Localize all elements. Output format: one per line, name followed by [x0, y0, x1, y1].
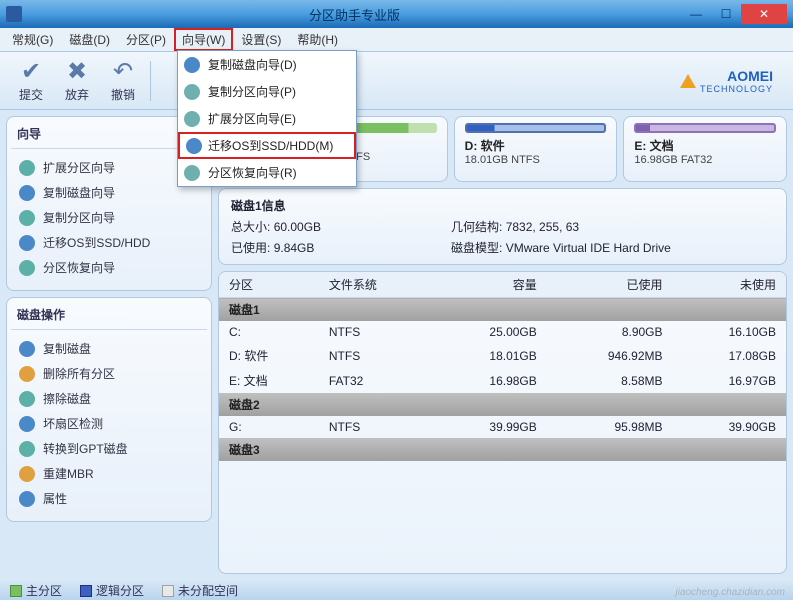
- action-icon: [19, 185, 35, 201]
- table-row[interactable]: D: 软件NTFS18.01GB946.92MB17.08GB: [219, 343, 786, 368]
- panel-item[interactable]: 分区恢复向导: [11, 255, 207, 280]
- toolbar: ✔ 提交 ✖ 放弃 ↶ 撤销 AOMEI TECHNOLOGY: [0, 52, 793, 110]
- usage-bar: [634, 123, 776, 133]
- partition-table: 分区文件系统容量已使用未使用磁盘1C:NTFS25.00GB8.90GB16.1…: [218, 271, 787, 574]
- wizard-icon: [184, 165, 200, 181]
- toolbar-separator: [150, 61, 151, 101]
- commit-button[interactable]: ✔ 提交: [8, 58, 54, 103]
- app-icon: [6, 6, 22, 22]
- column-header[interactable]: 已使用: [547, 272, 673, 298]
- panel-item[interactable]: 转换到GPT磁盘: [11, 436, 207, 461]
- disk-group-row[interactable]: 磁盘2: [219, 393, 786, 416]
- menu-item[interactable]: 设置(S): [233, 28, 289, 51]
- action-icon: [19, 341, 35, 357]
- action-icon: [19, 416, 35, 432]
- legend-unallocated: 未分配空间: [162, 582, 238, 599]
- usage-bar: [465, 123, 607, 133]
- menu-item[interactable]: 常规(G): [4, 28, 61, 51]
- disk-ops-panel: 磁盘操作 复制磁盘删除所有分区擦除磁盘坏扇区检测转换到GPT磁盘重建MBR属性: [6, 297, 212, 522]
- undo-button[interactable]: ↶ 撤销: [100, 58, 146, 103]
- menu-item[interactable]: 分区(P): [118, 28, 174, 51]
- disk-group-row[interactable]: 磁盘1: [219, 298, 786, 322]
- brand-logo: AOMEI TECHNOLOGY: [680, 68, 773, 94]
- close-button[interactable]: ✕: [741, 4, 787, 24]
- undo-icon: ↶: [100, 58, 146, 86]
- column-header[interactable]: 容量: [433, 272, 546, 298]
- check-icon: ✔: [8, 58, 54, 86]
- dropdown-item[interactable]: 分区恢复向导(R): [178, 159, 356, 186]
- legend-primary: 主分区: [10, 582, 62, 599]
- panel-item[interactable]: 坏扇区检测: [11, 411, 207, 436]
- panel-item[interactable]: 删除所有分区: [11, 361, 207, 386]
- action-icon: [19, 491, 35, 507]
- action-icon: [19, 441, 35, 457]
- menu-item[interactable]: 磁盘(D): [61, 28, 118, 51]
- action-icon: [19, 366, 35, 382]
- table-row[interactable]: G:NTFS39.99GB95.98MB39.90GB: [219, 416, 786, 438]
- action-icon: [19, 210, 35, 226]
- table-row[interactable]: C:NTFS25.00GB8.90GB16.10GB: [219, 321, 786, 343]
- disk-group-row[interactable]: 磁盘3: [219, 438, 786, 461]
- action-icon: [19, 160, 35, 176]
- triangle-icon: [680, 74, 696, 88]
- drive-card[interactable]: E: 文档16.98GB FAT32: [623, 116, 787, 182]
- wizard-icon: [184, 84, 200, 100]
- legend-logical: 逻辑分区: [80, 582, 144, 599]
- panel-item[interactable]: 复制分区向导: [11, 205, 207, 230]
- dropdown-item[interactable]: 复制磁盘向导(D): [178, 51, 356, 78]
- table-row[interactable]: E: 文档FAT3216.98GB8.58MB16.97GB: [219, 368, 786, 393]
- disk-info-panel: 磁盘1信息 总大小: 60.00GB 几何结构: 7832, 255, 63 已…: [218, 188, 787, 265]
- wizard-icon: [184, 57, 200, 73]
- wizard-dropdown-menu: 复制磁盘向导(D)复制分区向导(P)扩展分区向导(E)迁移OS到SSD/HDD(…: [177, 50, 357, 187]
- wizard-icon: [184, 111, 200, 127]
- panel-item[interactable]: 擦除磁盘: [11, 386, 207, 411]
- cross-icon: ✖: [54, 58, 100, 86]
- dropdown-item[interactable]: 迁移OS到SSD/HDD(M): [178, 132, 356, 159]
- disk-ops-panel-title: 磁盘操作: [11, 306, 207, 330]
- drive-card[interactable]: D: 软件18.01GB NTFS: [454, 116, 618, 182]
- dropdown-item[interactable]: 复制分区向导(P): [178, 78, 356, 105]
- menu-item[interactable]: 帮助(H): [289, 28, 346, 51]
- panel-item[interactable]: 属性: [11, 486, 207, 511]
- action-icon: [19, 391, 35, 407]
- panel-item[interactable]: 迁移OS到SSD/HDD: [11, 230, 207, 255]
- panel-item[interactable]: 重建MBR: [11, 461, 207, 486]
- column-header[interactable]: 未使用: [673, 272, 786, 298]
- action-icon: [19, 466, 35, 482]
- watermark: jiaocheng.chazidian.com: [675, 587, 785, 598]
- wizard-icon: [186, 138, 202, 154]
- maximize-button[interactable]: ☐: [711, 4, 741, 24]
- titlebar: 分区助手专业版 — ☐ ✕: [0, 0, 793, 28]
- column-header[interactable]: 分区: [219, 272, 319, 298]
- menu-item[interactable]: 向导(W): [174, 28, 233, 51]
- menubar: 常规(G)磁盘(D)分区(P)向导(W)设置(S)帮助(H): [0, 28, 793, 52]
- column-header[interactable]: 文件系统: [319, 272, 433, 298]
- dropdown-item[interactable]: 扩展分区向导(E): [178, 105, 356, 132]
- window-title: 分区助手专业版: [28, 5, 681, 24]
- action-icon: [19, 260, 35, 276]
- disk-info-title: 磁盘1信息: [231, 197, 774, 214]
- minimize-button[interactable]: —: [681, 4, 711, 24]
- action-icon: [19, 235, 35, 251]
- panel-item[interactable]: 复制磁盘: [11, 336, 207, 361]
- discard-button[interactable]: ✖ 放弃: [54, 58, 100, 103]
